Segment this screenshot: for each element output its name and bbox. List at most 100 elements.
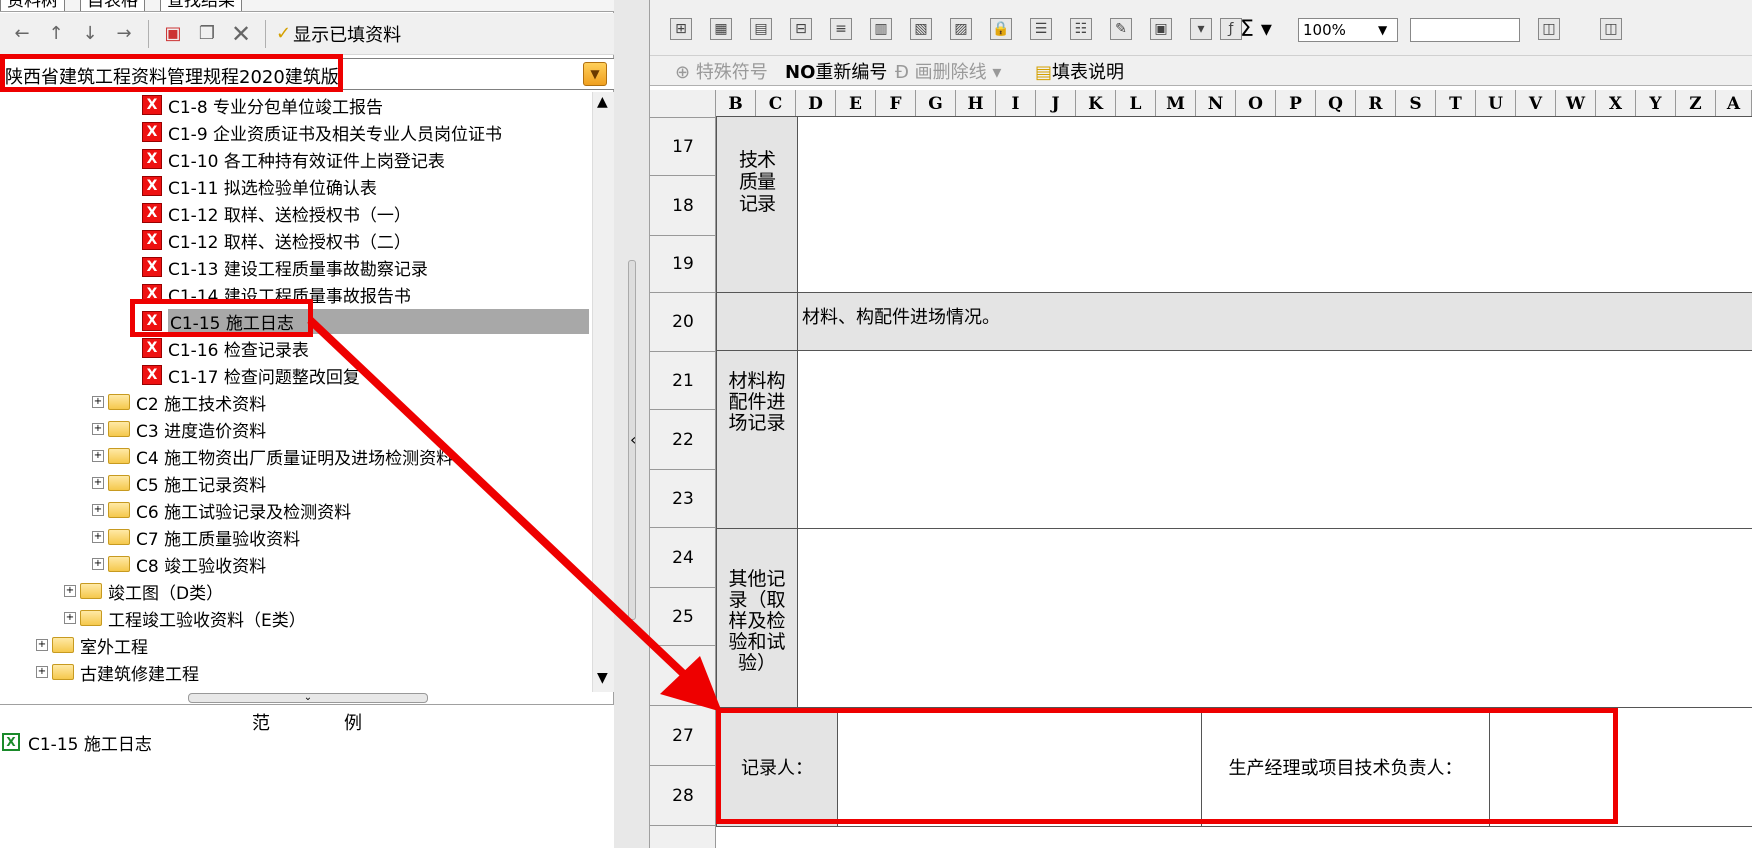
tree-item[interactable]: X C1-8 专业分包单位竣工报告 bbox=[142, 92, 383, 118]
expand-icon[interactable]: + bbox=[36, 639, 48, 651]
expand-icon[interactable]: + bbox=[36, 666, 48, 678]
merge-cells-icon[interactable]: ▦ bbox=[710, 18, 732, 40]
column-header-cell[interactable]: R bbox=[1356, 90, 1396, 118]
arrow-up-icon[interactable]: ↑ bbox=[42, 20, 70, 48]
tree-folder[interactable]: + C6 施工试验记录及检测资料 bbox=[92, 497, 351, 523]
select-all-corner[interactable] bbox=[650, 90, 716, 118]
expand-icon[interactable]: + bbox=[92, 423, 104, 435]
tab-tree[interactable]: 资料树 bbox=[0, 0, 65, 11]
copy-icon[interactable]: ❐ bbox=[193, 20, 221, 48]
expand-icon[interactable]: + bbox=[64, 612, 76, 624]
column-header-cell[interactable]: O bbox=[1236, 90, 1276, 118]
row-header-cell[interactable]: 26 bbox=[650, 646, 716, 706]
column-header-cell[interactable]: M bbox=[1156, 90, 1196, 118]
tree-item[interactable]: X C1-11 拟选检验单位确认表 bbox=[142, 173, 377, 199]
split-icon[interactable]: ⊟ bbox=[790, 18, 812, 40]
row-header-cell[interactable]: 27 bbox=[650, 706, 716, 766]
tree-folder[interactable]: + 古建筑修建工程 bbox=[36, 659, 199, 685]
tree-item[interactable]: X C1-12 取样、送检授权书（一） bbox=[142, 200, 411, 226]
row-header-cell[interactable]: 24 bbox=[650, 528, 716, 588]
column-header-cell[interactable]: P bbox=[1276, 90, 1316, 118]
tree-folder[interactable]: + C7 施工质量验收资料 bbox=[92, 524, 300, 550]
border-icon[interactable]: ▥ bbox=[870, 18, 892, 40]
special-symbol-button[interactable]: ⊕ 特殊符号 bbox=[675, 58, 768, 84]
image-icon[interactable]: ▣ bbox=[1150, 18, 1172, 40]
column-header-cell[interactable]: I bbox=[996, 90, 1036, 118]
row-header-cell[interactable]: 19 bbox=[650, 236, 716, 293]
column-header-cell[interactable]: L bbox=[1116, 90, 1156, 118]
column-header-cell[interactable]: H bbox=[956, 90, 996, 118]
tree-folder[interactable]: + C5 施工记录资料 bbox=[92, 470, 266, 496]
tree-scrollbar[interactable]: ▲ ▼ bbox=[592, 92, 614, 692]
expand-icon[interactable]: + bbox=[92, 477, 104, 489]
expand-icon[interactable]: + bbox=[92, 396, 104, 408]
arrow-left-icon[interactable]: ← bbox=[8, 20, 36, 48]
new-form-icon[interactable]: ▣ bbox=[159, 20, 187, 48]
scroll-down-icon[interactable]: ▼ bbox=[597, 670, 608, 686]
collapse-left-icon[interactable]: ‹ bbox=[630, 430, 636, 449]
insert-row-icon[interactable]: ⊞ bbox=[670, 18, 692, 40]
row-header-cell[interactable]: 23 bbox=[650, 470, 716, 528]
tree-item[interactable]: X C1-13 建设工程质量事故勘察记录 bbox=[142, 254, 428, 280]
panel-splitter[interactable]: ⌄ bbox=[188, 693, 428, 703]
column-header-cell[interactable]: D bbox=[796, 90, 836, 118]
column-header-cell[interactable]: Y bbox=[1636, 90, 1676, 118]
column-header-cell[interactable]: C bbox=[756, 90, 796, 118]
border-color-icon[interactable]: ◫ bbox=[1600, 18, 1622, 40]
row-header-cell[interactable]: 28 bbox=[650, 766, 716, 826]
expand-icon[interactable]: + bbox=[64, 585, 76, 597]
materials-input[interactable] bbox=[797, 350, 1752, 529]
column-header-cell[interactable]: J bbox=[1036, 90, 1076, 118]
column-header-cell[interactable]: W bbox=[1556, 90, 1596, 118]
align-icon[interactable]: ≡ bbox=[830, 18, 852, 40]
renumber-button[interactable]: NO重新编号 bbox=[785, 58, 887, 84]
lock-icon[interactable]: 🔒 bbox=[990, 18, 1012, 40]
fill-icon[interactable]: ▧ bbox=[910, 18, 932, 40]
tree-folder[interactable]: + C3 进度造价资料 bbox=[92, 416, 266, 442]
tree-item[interactable]: X C1-17 检查问题整改回复 bbox=[142, 362, 360, 388]
dropdown-icon[interactable]: ▾ bbox=[1190, 18, 1212, 40]
column-header-cell[interactable]: X bbox=[1596, 90, 1636, 118]
line-spacing-icon[interactable]: ☰ bbox=[1030, 18, 1052, 40]
tree-item[interactable]: X C1-12 取样、送检授权书（二） bbox=[142, 227, 411, 253]
delete-icon[interactable]: ✕ bbox=[227, 20, 255, 48]
strikethrough-button[interactable]: Ð 画删除线 ▾ bbox=[895, 58, 1001, 84]
column-header-cell[interactable]: S bbox=[1396, 90, 1436, 118]
chevron-down-icon[interactable]: ▼ bbox=[583, 62, 607, 86]
column-header-cell[interactable]: N bbox=[1196, 90, 1236, 118]
sample-item[interactable]: X C1-15 施工日志 bbox=[2, 729, 152, 755]
zoom-chevron-icon[interactable]: ▼ bbox=[1378, 19, 1387, 41]
scroll-up-icon[interactable]: ▲ bbox=[597, 94, 608, 110]
highlight-icon[interactable]: ✎ bbox=[1110, 18, 1132, 40]
tree-folder[interactable]: + 室外工程 bbox=[36, 632, 148, 658]
tree-folder[interactable]: + C8 竣工验收资料 bbox=[92, 551, 266, 577]
tree-folder[interactable]: + 竣工图（D类） bbox=[64, 578, 223, 604]
indent-icon[interactable]: ☷ bbox=[1070, 18, 1092, 40]
expand-icon[interactable]: + bbox=[92, 504, 104, 516]
column-header-cell[interactable]: K bbox=[1076, 90, 1116, 118]
arrow-down-icon[interactable]: ↓ bbox=[76, 20, 104, 48]
column-header-cell[interactable]: Q bbox=[1316, 90, 1356, 118]
border-style-icon[interactable]: ◫ bbox=[1538, 18, 1560, 40]
arrow-right-icon[interactable]: → bbox=[110, 20, 138, 48]
tree-item[interactable]: X C1-16 检查记录表 bbox=[142, 335, 309, 361]
row-header-cell[interactable]: 20 bbox=[650, 293, 716, 352]
column-header-cell[interactable]: A bbox=[1716, 90, 1752, 118]
expand-icon[interactable]: + bbox=[92, 450, 104, 462]
tab-search-results[interactable]: 查找结果 bbox=[160, 0, 242, 11]
expand-icon[interactable]: + bbox=[92, 558, 104, 570]
expand-icon[interactable]: + bbox=[92, 531, 104, 543]
column-header-cell[interactable]: G bbox=[916, 90, 956, 118]
column-header-cell[interactable]: T bbox=[1436, 90, 1476, 118]
other-input[interactable] bbox=[797, 528, 1752, 708]
row-header-cell[interactable]: 18 bbox=[650, 176, 716, 236]
tech-quality-input[interactable] bbox=[797, 116, 1752, 293]
column-header-cell[interactable]: E bbox=[836, 90, 876, 118]
materials-entry-cell[interactable]: 材料、构配件进场情况。 bbox=[797, 292, 1752, 351]
format-icon[interactable]: ▤ bbox=[750, 18, 772, 40]
row-header-cell[interactable]: 21 bbox=[650, 352, 716, 410]
formula-icon[interactable]: ƒ bbox=[1220, 18, 1242, 40]
tree-folder[interactable]: + C2 施工技术资料 bbox=[92, 389, 266, 415]
line-style-select[interactable] bbox=[1410, 18, 1520, 42]
column-header-cell[interactable]: U bbox=[1476, 90, 1516, 118]
